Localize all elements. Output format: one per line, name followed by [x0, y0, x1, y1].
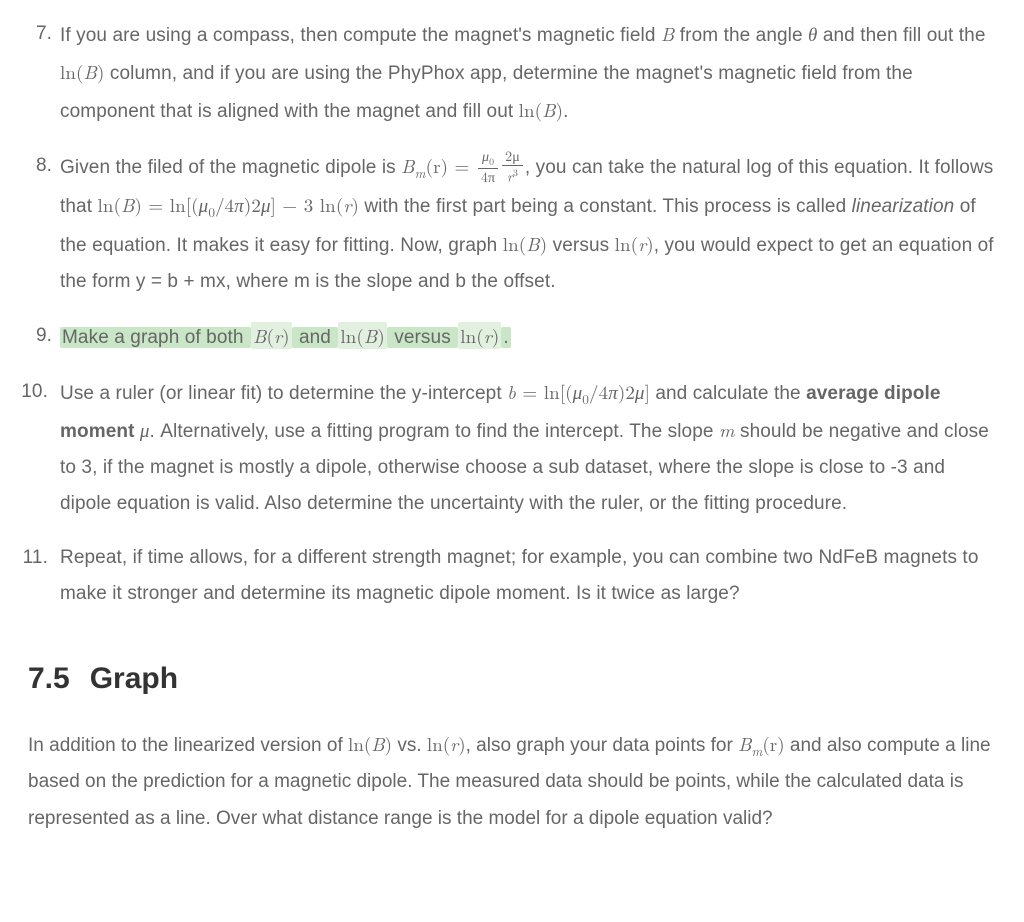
text: and then fill out the	[817, 25, 985, 46]
math-lnB: ln(B)	[60, 58, 105, 85]
math-lnr: ln(r)	[615, 230, 654, 257]
text: from the angle	[674, 25, 808, 46]
list-item-11: Repeat, if time allows, for a different …	[28, 540, 996, 612]
text: .	[563, 101, 568, 122]
fraction-mu0-4pi: μ0 4π	[478, 149, 498, 185]
text: , also graph your data points for	[466, 735, 739, 756]
math-Bmr: Bm(r)	[738, 730, 785, 757]
math-lnB-expand: ln(B) = ln[(μ0/4π)2μ] − 3 ln(r)	[97, 191, 358, 218]
text: Repeat, if time allows, for a different …	[60, 547, 978, 604]
math-Bm-r-eq: Bm(r) = μ0 4π 2μ r3	[401, 152, 525, 179]
text: . Alternatively, use a fitting program t…	[150, 421, 719, 442]
text: and calculate the	[650, 383, 806, 404]
math-lnB: ln(B)	[503, 230, 548, 257]
section-number: 7.5	[28, 662, 70, 695]
text: If you are using a compass, then compute…	[60, 25, 661, 46]
list-item-10: Use a ruler (or linear fit) to determine…	[28, 374, 996, 522]
math-lnr: ln(r)	[458, 322, 501, 349]
list-item-9: Make a graph of both B(r) and ln(B) vers…	[28, 318, 996, 356]
procedure-list: If you are using a compass, then compute…	[28, 16, 996, 612]
em-linearization: linearization	[852, 196, 955, 217]
graph-paragraph: In addition to the linearized version of…	[28, 726, 996, 836]
math-b-eq: b = ln[(μ0/4π)2μ]	[507, 378, 650, 405]
text: Given the filed of the magnetic dipole i…	[60, 157, 401, 178]
text: vs.	[392, 735, 427, 756]
math-m: m	[719, 416, 735, 443]
math-lnB: ln(B)	[519, 96, 564, 123]
page-container: If you are using a compass, then compute…	[0, 0, 1024, 897]
text: with the first part being a constant. Th…	[359, 196, 852, 217]
math-Br: B(r)	[251, 322, 292, 349]
math-lnB: ln(B)	[348, 730, 392, 757]
list-item-8: Given the filed of the magnetic dipole i…	[28, 148, 996, 299]
highlighted-text: .	[501, 327, 510, 348]
highlighted-text: versus	[387, 327, 458, 348]
text: column, and if you are using the PhyPhox…	[60, 63, 913, 122]
section-heading: 7.5 Graph	[28, 662, 996, 696]
math-lnr: ln(r)	[427, 730, 466, 757]
list-item-7: If you are using a compass, then compute…	[28, 16, 996, 130]
highlighted-text: Make a graph of both	[60, 327, 251, 348]
text: In addition to the linearized version of	[28, 735, 348, 756]
fraction-2mu-r3: 2μ r3	[502, 149, 523, 185]
math-B: B	[661, 20, 674, 47]
math-mu: μ	[140, 416, 150, 443]
highlighted-text: and	[292, 327, 339, 348]
text: versus	[547, 235, 614, 256]
section-title: Graph	[90, 662, 178, 695]
math-lnB: ln(B)	[338, 322, 387, 349]
text: Use a ruler (or linear fit) to determine…	[60, 383, 507, 404]
